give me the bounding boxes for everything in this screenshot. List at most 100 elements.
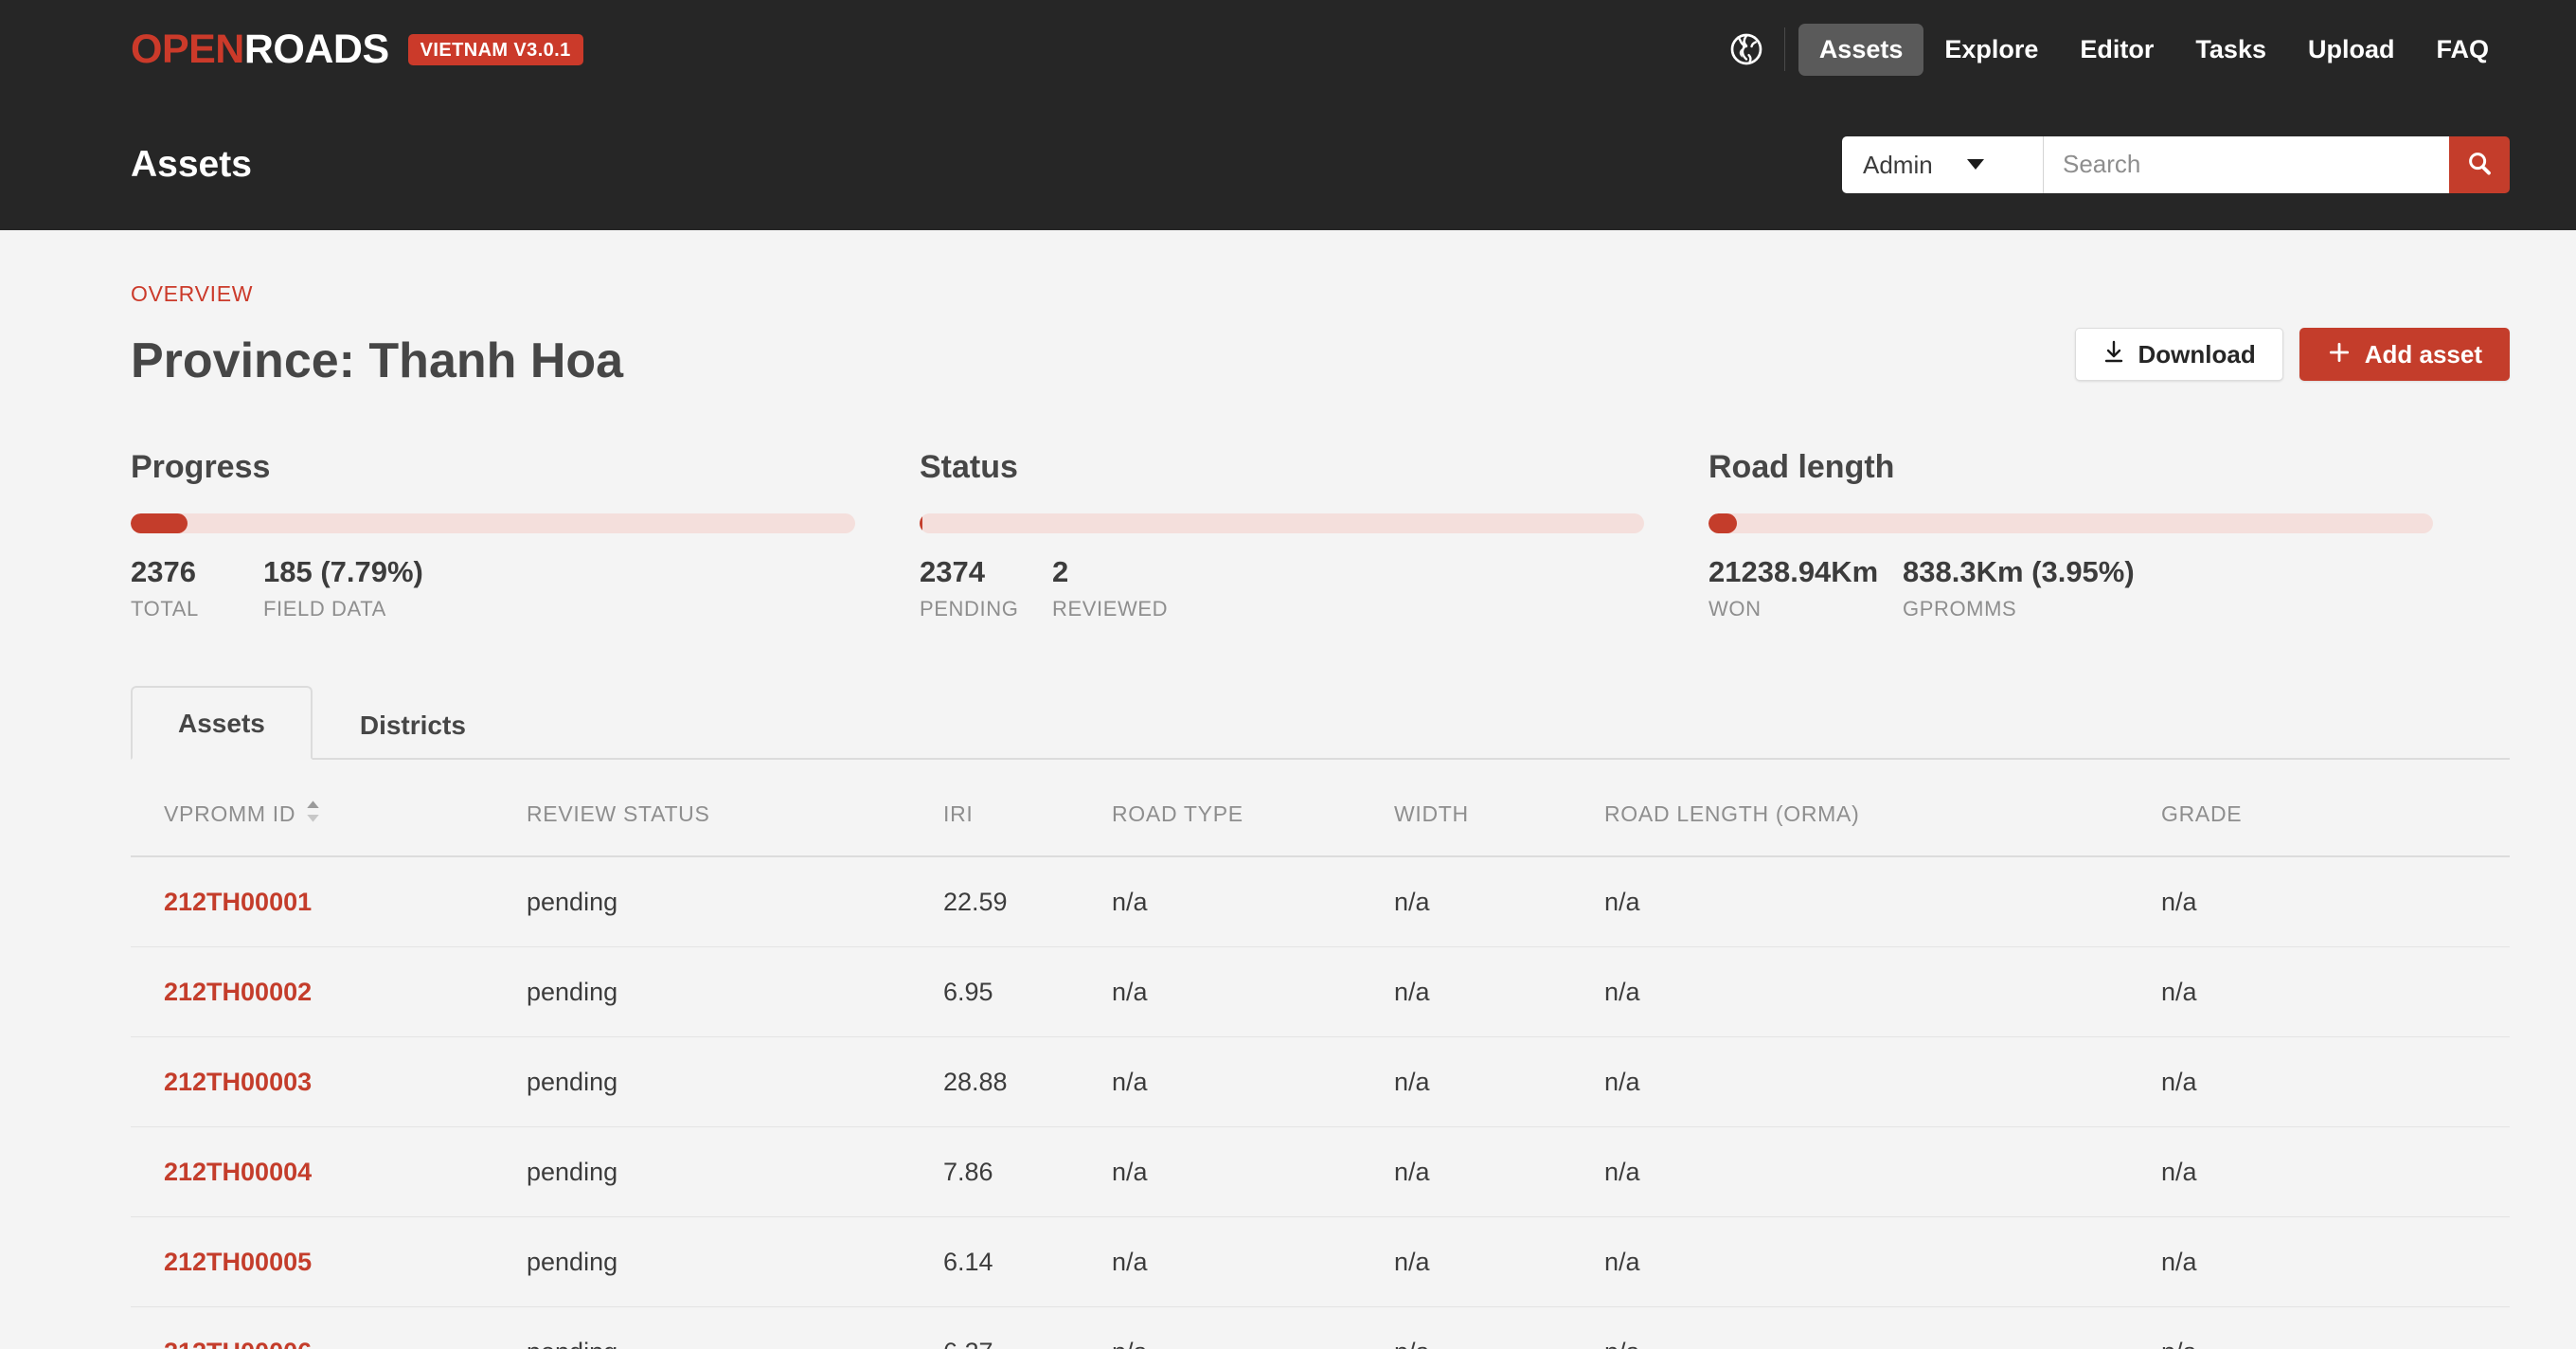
nav-item-faq[interactable]: FAQ	[2415, 24, 2510, 76]
version-badge: VIETNAM V3.0.1	[407, 33, 583, 65]
cell-road-length: n/a	[1604, 856, 2161, 947]
sub-header: Assets Admin	[0, 99, 2576, 230]
cell-width: n/a	[1394, 946, 1604, 1037]
tab-districts[interactable]: Districts	[313, 688, 513, 760]
chevron-down-icon	[1966, 159, 1984, 170]
stat-value: 2374	[920, 555, 985, 588]
tab-assets[interactable]: Assets	[131, 686, 313, 760]
cell-review-status: pending	[527, 856, 943, 947]
cell-width: n/a	[1394, 1216, 1604, 1307]
progress-bar-progress	[131, 513, 855, 533]
asset-link[interactable]: 212TH00003	[164, 1068, 312, 1096]
page-actions: Download Add asset	[2074, 328, 2510, 388]
cell-road-length: n/a	[1604, 1126, 2161, 1217]
top-navigation-bar: OPENROADS VIETNAM V3.0.1 Assets Explore …	[0, 0, 2576, 99]
cell-review-status: pending	[527, 1126, 943, 1217]
cell-width: n/a	[1394, 1036, 1604, 1127]
stat-figures-status: 2374 PENDING 2 REVIEWED	[920, 557, 1708, 620]
cell-iri: 6.95	[943, 946, 1112, 1037]
cell-road-type: n/a	[1112, 1216, 1394, 1307]
add-asset-button-label: Add asset	[2364, 340, 2482, 369]
sort-icon[interactable]	[305, 800, 321, 829]
stat-label: TOTAL	[131, 597, 199, 621]
table-row[interactable]: 212TH00002 pending 6.95 n/a n/a n/a n/a	[131, 946, 2510, 1037]
nav-item-explore[interactable]: Explore	[1923, 24, 2059, 76]
column-header-vpromm-id[interactable]: VPROMM ID	[131, 760, 527, 857]
progress-bar-road-length	[1708, 513, 2433, 533]
nav-item-editor[interactable]: Editor	[2059, 24, 2174, 76]
column-header-iri: IRI	[943, 760, 1112, 857]
nav-item-assets[interactable]: Assets	[1798, 23, 1924, 76]
page-title: Assets	[131, 144, 252, 185]
cell-vpromm-id: 212TH00005	[131, 1216, 527, 1307]
cell-road-length: n/a	[1604, 1216, 2161, 1307]
logo-roads-text: ROADS	[243, 26, 389, 72]
asset-link[interactable]: 212TH00002	[164, 978, 312, 1006]
cell-vpromm-id: 212TH00003	[131, 1036, 527, 1127]
download-icon	[2102, 340, 2125, 369]
page-body: OVERVIEW Province: Thanh Hoa Download Ad…	[0, 283, 2576, 1349]
stat-value: 185 (7.79%)	[263, 555, 423, 588]
stat-card-progress: Progress 2376 TOTAL 185 (7.79%) FIELD DA…	[131, 451, 920, 620]
cell-grade: n/a	[2161, 1036, 2510, 1127]
logo-wordmark: OPENROADS	[131, 26, 389, 72]
download-button[interactable]: Download	[2074, 328, 2283, 381]
table-row[interactable]: 212TH00001 pending 22.59 n/a n/a n/a n/a	[131, 856, 2510, 947]
stat-card-road-length: Road length 21238.94Km WON 838.3Km (3.95…	[1708, 451, 2440, 620]
main-nav: Assets Explore Editor Tasks Upload FAQ	[1722, 23, 2510, 76]
plus-icon	[2327, 340, 2352, 369]
asset-link[interactable]: 212TH00004	[164, 1158, 312, 1186]
table-row[interactable]: 212TH00003 pending 28.88 n/a n/a n/a n/a	[131, 1036, 2510, 1127]
cell-road-type: n/a	[1112, 856, 1394, 947]
column-header-label: VPROMM ID	[164, 801, 296, 826]
asset-link[interactable]: 212TH00001	[164, 888, 312, 916]
cell-width: n/a	[1394, 1126, 1604, 1217]
stat-figure: 838.3Km (3.95%) GPROMMS	[1903, 557, 2135, 620]
search-bar: Admin	[1842, 135, 2510, 193]
assets-table-head: VPROMM ID REVIEW STATUS IRI ROAD TYPE WI…	[131, 760, 2510, 857]
stat-figure: 2374 PENDING	[920, 557, 1052, 620]
app-logo[interactable]: OPENROADS VIETNAM V3.0.1	[131, 26, 583, 72]
title-row: Province: Thanh Hoa Download Add asset	[131, 328, 2510, 388]
cell-review-status: pending	[527, 946, 943, 1037]
nav-divider	[1783, 27, 1785, 71]
cell-iri: 7.86	[943, 1126, 1112, 1217]
stat-label: REVIEWED	[1052, 597, 1169, 621]
stat-figure: 21238.94Km WON	[1708, 557, 1903, 620]
cell-vpromm-id: 212TH00001	[131, 856, 527, 947]
search-scope-dropdown[interactable]: Admin	[1842, 135, 2044, 193]
province-title: Province: Thanh Hoa	[131, 333, 624, 388]
table-row[interactable]: 212TH00005 pending 6.14 n/a n/a n/a n/a	[131, 1216, 2510, 1307]
cell-vpromm-id: 212TH00004	[131, 1126, 527, 1217]
asset-link[interactable]: 212TH00005	[164, 1248, 312, 1276]
table-row[interactable]: 212TH00006 pending 6.27 n/a n/a n/a n/a	[131, 1306, 2510, 1349]
cell-iri: 6.14	[943, 1216, 1112, 1307]
cell-grade: n/a	[2161, 946, 2510, 1037]
progress-bar-fill	[1708, 513, 1738, 533]
cell-iri: 28.88	[943, 1036, 1112, 1127]
add-asset-button[interactable]: Add asset	[2299, 328, 2510, 381]
content-tabs: Assets Districts	[131, 686, 2510, 760]
cell-width: n/a	[1394, 856, 1604, 947]
cell-vpromm-id: 212TH00006	[131, 1306, 527, 1349]
cell-grade: n/a	[2161, 1306, 2510, 1349]
asset-link[interactable]: 212TH00006	[164, 1338, 312, 1349]
assets-table: VPROMM ID REVIEW STATUS IRI ROAD TYPE WI…	[131, 760, 2510, 1349]
logo-open-text: OPEN	[131, 26, 244, 72]
globe-icon[interactable]	[1722, 25, 1771, 74]
stat-figure: 185 (7.79%) FIELD DATA	[263, 557, 423, 620]
cell-iri: 6.27	[943, 1306, 1112, 1349]
breadcrumb[interactable]: OVERVIEW	[131, 283, 2510, 305]
assets-table-body: 212TH00001 pending 22.59 n/a n/a n/a n/a…	[131, 856, 2510, 1349]
cell-grade: n/a	[2161, 1216, 2510, 1307]
search-button[interactable]	[2449, 135, 2510, 193]
cell-review-status: pending	[527, 1036, 943, 1127]
table-header-row: VPROMM ID REVIEW STATUS IRI ROAD TYPE WI…	[131, 760, 2510, 857]
cell-review-status: pending	[527, 1216, 943, 1307]
table-row[interactable]: 212TH00004 pending 7.86 n/a n/a n/a n/a	[131, 1126, 2510, 1217]
nav-item-tasks[interactable]: Tasks	[2174, 24, 2287, 76]
stat-label: FIELD DATA	[263, 597, 386, 621]
search-input[interactable]	[2044, 135, 2449, 193]
nav-item-upload[interactable]: Upload	[2287, 24, 2416, 76]
column-header-grade: GRADE	[2161, 760, 2510, 857]
